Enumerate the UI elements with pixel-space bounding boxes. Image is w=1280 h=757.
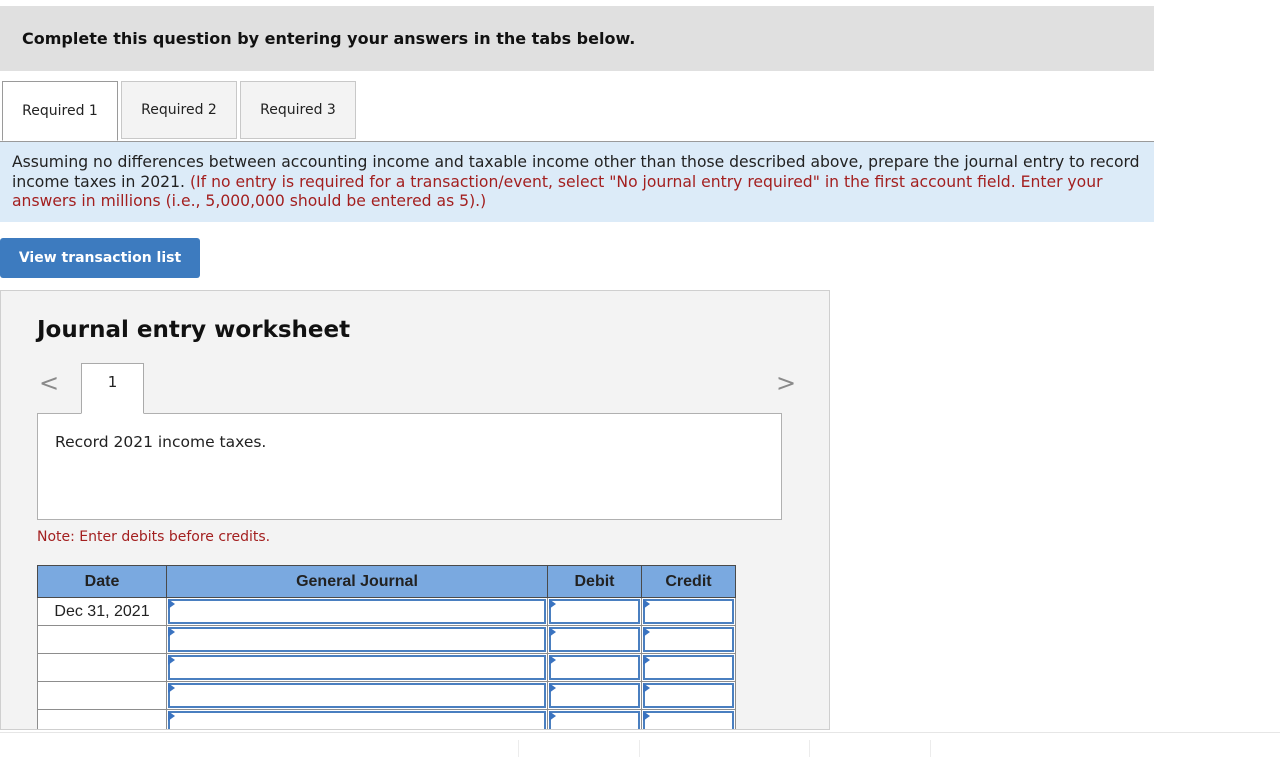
table-row: Dec 31, 2021 (37, 597, 736, 626)
table-row (37, 681, 736, 710)
footer-divider-tick (639, 740, 640, 757)
entry-tab-1[interactable]: 1 (81, 363, 144, 414)
debit-field[interactable] (549, 655, 640, 680)
credit-field[interactable] (643, 655, 734, 680)
account-field[interactable] (168, 683, 546, 708)
account-select[interactable] (166, 625, 548, 654)
input-indicator-icon (643, 683, 650, 693)
debit-input[interactable] (547, 625, 642, 654)
row-date (37, 681, 167, 710)
dropdown-indicator-icon (168, 627, 175, 637)
account-field[interactable] (168, 711, 546, 729)
column-header-credit: Credit (641, 565, 736, 598)
input-indicator-icon (643, 627, 650, 637)
table-row (37, 653, 736, 682)
debit-field[interactable] (549, 711, 640, 729)
input-indicator-icon (643, 599, 650, 609)
input-indicator-icon (643, 711, 650, 721)
credit-input[interactable] (641, 681, 736, 710)
input-indicator-icon (549, 683, 556, 693)
footer-divider-tick (809, 740, 810, 757)
instruction-banner: Complete this question by entering your … (0, 6, 1154, 71)
account-select[interactable] (166, 681, 548, 710)
debit-input[interactable] (547, 597, 642, 626)
dropdown-indicator-icon (168, 683, 175, 693)
table-row (37, 625, 736, 654)
account-select[interactable] (166, 709, 548, 729)
debit-field[interactable] (549, 627, 640, 652)
debits-note: Note: Enter debits before credits. (37, 529, 271, 545)
debit-input[interactable] (547, 681, 642, 710)
account-select[interactable] (166, 653, 548, 682)
dropdown-indicator-icon (168, 655, 175, 665)
credit-input[interactable] (641, 597, 736, 626)
account-field[interactable] (168, 627, 546, 652)
next-entry-arrow-icon[interactable]: > (776, 369, 796, 397)
tab-required-3[interactable]: Required 3 (240, 81, 356, 139)
column-header-debit: Debit (547, 565, 642, 598)
footer-divider-tick (930, 740, 931, 757)
footer-divider-tick (518, 740, 519, 757)
credit-input[interactable] (641, 653, 736, 682)
credit-input[interactable] (641, 625, 736, 654)
debit-field[interactable] (549, 599, 640, 624)
column-header-general-journal: General Journal (166, 565, 548, 598)
account-field[interactable] (168, 599, 546, 624)
entry-description-box: Record 2021 income taxes. (37, 413, 782, 520)
worksheet-title: Journal entry worksheet (37, 317, 351, 343)
required-tabs: Required 1 Required 2 Required 3 (0, 81, 1154, 142)
credit-field[interactable] (643, 711, 734, 729)
column-header-date: Date (37, 565, 167, 598)
tab-required-1[interactable]: Required 1 (2, 81, 118, 141)
credit-field[interactable] (643, 627, 734, 652)
input-indicator-icon (549, 655, 556, 665)
question-instructions: Assuming no differences between accounti… (0, 142, 1154, 222)
prev-entry-arrow-icon[interactable]: < (39, 369, 59, 397)
debit-input[interactable] (547, 653, 642, 682)
input-indicator-icon (549, 599, 556, 609)
dropdown-indicator-icon (168, 599, 175, 609)
journal-table: Date General Journal Debit Credit Dec 31… (37, 565, 736, 729)
entry-description: Record 2021 income taxes. (55, 433, 267, 451)
dropdown-indicator-icon (168, 711, 175, 721)
row-date: Dec 31, 2021 (37, 597, 167, 626)
account-field[interactable] (168, 655, 546, 680)
banner-text: Complete this question by entering your … (22, 29, 636, 48)
tab-required-2[interactable]: Required 2 (121, 81, 237, 139)
credit-field[interactable] (643, 599, 734, 624)
table-row (37, 709, 736, 729)
account-select[interactable] (166, 597, 548, 626)
journal-header-row: Date General Journal Debit Credit (37, 565, 736, 598)
input-indicator-icon (549, 711, 556, 721)
row-date (37, 653, 167, 682)
debit-field[interactable] (549, 683, 640, 708)
page-footer-divider (0, 732, 1280, 733)
credit-field[interactable] (643, 683, 734, 708)
row-date (37, 709, 167, 729)
journal-entry-worksheet: Journal entry worksheet < > 1 Record 202… (0, 290, 830, 730)
row-date (37, 625, 167, 654)
input-indicator-icon (549, 627, 556, 637)
view-transaction-list-button[interactable]: View transaction list (0, 238, 200, 278)
debit-input[interactable] (547, 709, 642, 729)
input-indicator-icon (643, 655, 650, 665)
credit-input[interactable] (641, 709, 736, 729)
